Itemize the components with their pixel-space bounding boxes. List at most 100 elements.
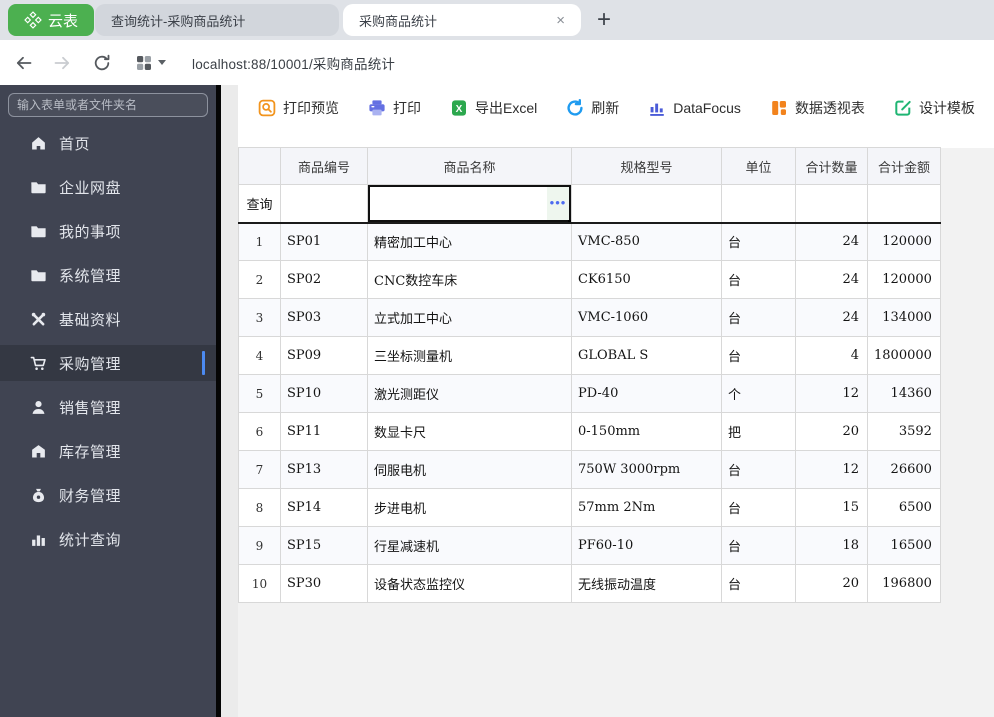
spec-cell[interactable]: PD-40	[571, 374, 722, 413]
row-number-cell[interactable]: 9	[238, 526, 281, 565]
name-cell[interactable]: 激光测距仪	[367, 374, 572, 413]
spec-cell[interactable]: 750W 3000rpm	[571, 450, 722, 489]
unit-cell[interactable]: 台	[721, 260, 796, 299]
sidebar-item-basic-data[interactable]: 基础资料	[0, 301, 216, 337]
unit-cell[interactable]: 台	[721, 336, 796, 375]
apps-grid-icon[interactable]	[134, 53, 154, 73]
unit-cell[interactable]: 台	[721, 564, 796, 603]
reload-icon[interactable]	[92, 53, 112, 73]
row-number-cell[interactable]: 4	[238, 336, 281, 375]
selection-fill-handle[interactable]	[568, 219, 571, 221]
unit-cell[interactable]: 个	[721, 374, 796, 413]
qty-cell[interactable]: 24	[795, 298, 868, 337]
code-cell[interactable]: SP15	[280, 526, 368, 565]
qty-cell[interactable]: 12	[795, 374, 868, 413]
qty-cell[interactable]: 24	[795, 222, 868, 261]
amount-cell[interactable]: 196800	[867, 564, 941, 603]
amount-cell[interactable]: 26600	[867, 450, 941, 489]
print-preview-button[interactable]: 打印预览	[258, 98, 339, 118]
qty-cell[interactable]: 15	[795, 488, 868, 527]
code-cell[interactable]: SP30	[280, 564, 368, 603]
row-number-cell[interactable]: 8	[238, 488, 281, 527]
query-cell-unit[interactable]	[721, 184, 796, 224]
tab-query-stats[interactable]: 查询统计-采购商品统计	[95, 4, 339, 36]
spec-cell[interactable]: PF60-10	[571, 526, 722, 565]
code-cell[interactable]: SP14	[280, 488, 368, 527]
query-cell-qty[interactable]	[795, 184, 868, 224]
print-button[interactable]: 打印	[368, 98, 421, 118]
column-header[interactable]: 规格型号	[571, 147, 722, 185]
code-cell[interactable]: SP11	[280, 412, 368, 451]
amount-cell[interactable]: 1800000	[867, 336, 941, 375]
qty-cell[interactable]: 24	[795, 260, 868, 299]
back-icon[interactable]	[14, 53, 34, 73]
new-tab-button[interactable]: +	[591, 7, 617, 33]
code-cell[interactable]: SP09	[280, 336, 368, 375]
sidebar-item-system-mgmt[interactable]: 系统管理	[0, 257, 216, 293]
column-header[interactable]: 合计金额	[867, 147, 941, 185]
name-cell[interactable]: 设备状态监控仪	[367, 564, 572, 603]
app-logo-button[interactable]: 云表	[8, 4, 94, 36]
spec-cell[interactable]: VMC-850	[571, 222, 722, 261]
datafocus-button[interactable]: DataFocus	[648, 99, 741, 117]
spec-cell[interactable]: VMC-1060	[571, 298, 722, 337]
amount-cell[interactable]: 120000	[867, 260, 941, 299]
name-cell[interactable]: CNC数控车床	[367, 260, 572, 299]
unit-cell[interactable]: 台	[721, 298, 796, 337]
amount-cell[interactable]: 120000	[867, 222, 941, 261]
column-header[interactable]: 合计数量	[795, 147, 868, 185]
row-number-cell[interactable]: 7	[238, 450, 281, 489]
query-cell-spec[interactable]	[571, 184, 722, 224]
qty-cell[interactable]: 20	[795, 412, 868, 451]
spec-cell[interactable]: 无线振动温度	[571, 564, 722, 603]
sidebar-item-home[interactable]: 首页	[0, 125, 216, 161]
qty-cell[interactable]: 12	[795, 450, 868, 489]
code-cell[interactable]: SP01	[280, 222, 368, 261]
name-cell[interactable]: 三坐标测量机	[367, 336, 572, 375]
name-cell[interactable]: 数显卡尺	[367, 412, 572, 451]
spec-cell[interactable]: CK6150	[571, 260, 722, 299]
unit-cell[interactable]: 台	[721, 222, 796, 261]
column-header[interactable]: 商品名称	[367, 147, 572, 185]
name-cell[interactable]: 精密加工中心	[367, 222, 572, 261]
code-cell[interactable]: SP13	[280, 450, 368, 489]
unit-cell[interactable]: 台	[721, 450, 796, 489]
code-cell[interactable]: SP02	[280, 260, 368, 299]
sidebar-item-enterprise-disk[interactable]: 企业网盘	[0, 169, 216, 205]
name-cell[interactable]: 步进电机	[367, 488, 572, 527]
sidebar-item-my-items[interactable]: 我的事项	[0, 213, 216, 249]
qty-cell[interactable]: 18	[795, 526, 868, 565]
cell-picker-button[interactable]: •••	[547, 187, 569, 220]
name-cell[interactable]: 立式加工中心	[367, 298, 572, 337]
sidebar-item-inventory-mgmt[interactable]: 库存管理	[0, 433, 216, 469]
spec-cell[interactable]: 57mm 2Nm	[571, 488, 722, 527]
design-template-button[interactable]: 设计模板	[894, 98, 975, 118]
code-cell[interactable]: SP10	[280, 374, 368, 413]
row-number-cell[interactable]: 5	[238, 374, 281, 413]
tab-close-icon[interactable]: ×	[552, 11, 569, 30]
corner-header-cell[interactable]	[238, 147, 281, 185]
column-header[interactable]: 商品编号	[280, 147, 368, 185]
sidebar-search-input[interactable]	[8, 93, 208, 117]
row-number-cell[interactable]: 1	[238, 222, 281, 261]
amount-cell[interactable]: 134000	[867, 298, 941, 337]
unit-cell[interactable]: 台	[721, 488, 796, 527]
forward-icon[interactable]	[52, 53, 72, 73]
row-number-cell[interactable]: 2	[238, 260, 281, 299]
grid-dropdown-caret-icon[interactable]	[158, 60, 166, 65]
code-cell[interactable]: SP03	[280, 298, 368, 337]
row-number-cell[interactable]: 10	[238, 564, 281, 603]
name-cell[interactable]: 伺服电机	[367, 450, 572, 489]
sidebar-item-sales-mgmt[interactable]: 销售管理	[0, 389, 216, 425]
unit-cell[interactable]: 台	[721, 526, 796, 565]
export-excel-button[interactable]: X 导出Excel	[450, 98, 537, 118]
query-cell-code[interactable]	[280, 184, 368, 224]
amount-cell[interactable]: 3592	[867, 412, 941, 451]
refresh-button[interactable]: 刷新	[566, 98, 619, 118]
query-cell-amount[interactable]	[867, 184, 941, 224]
sidebar-item-stats-query[interactable]: 统计查询	[0, 521, 216, 557]
sidebar-item-purchase-mgmt[interactable]: 采购管理	[0, 345, 216, 381]
tab-purchase-goods-stats[interactable]: 采购商品统计 ×	[343, 4, 581, 36]
name-cell[interactable]: 行星减速机	[367, 526, 572, 565]
sidebar-item-finance-mgmt[interactable]: 财务管理	[0, 477, 216, 513]
